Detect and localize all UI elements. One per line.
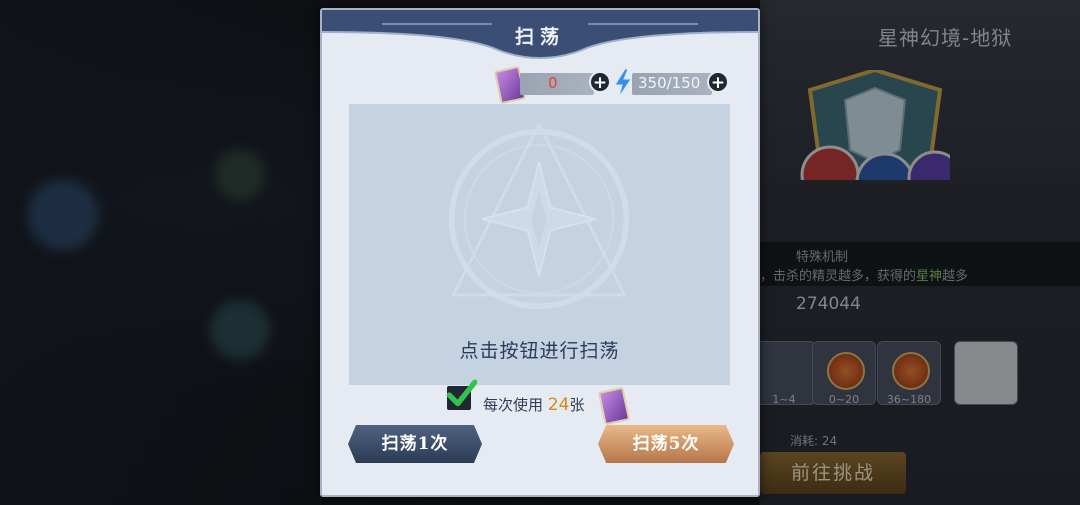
add-energy-plus-icon[interactable]: + bbox=[707, 71, 729, 93]
use-prefix: 每次使用 bbox=[483, 396, 544, 414]
sweep-prompt-text: 点击按钮进行扫荡 bbox=[459, 340, 620, 362]
dialog-title: 扫荡 bbox=[514, 26, 565, 48]
auto-use-checkbox[interactable] bbox=[446, 379, 477, 410]
sweep-five-button[interactable]: 扫荡5次 bbox=[598, 425, 734, 463]
use-count-text: 每次使用 24张 bbox=[483, 394, 584, 415]
sweep-once-button[interactable]: 扫荡1次 bbox=[348, 425, 482, 463]
ticket-count: 0 bbox=[548, 74, 558, 92]
use-count: 24 bbox=[547, 395, 570, 415]
energy-value: 350/150 bbox=[638, 74, 701, 92]
star-emblem-icon bbox=[448, 124, 630, 310]
checkmark-icon bbox=[446, 379, 477, 407]
energy-bolt-icon bbox=[614, 69, 632, 97]
ticket-count-field: 0 bbox=[520, 73, 594, 95]
add-ticket-plus-icon[interactable]: + bbox=[589, 71, 611, 93]
energy-field: 350/150 bbox=[632, 73, 712, 95]
use-suffix: 张 bbox=[569, 396, 585, 414]
